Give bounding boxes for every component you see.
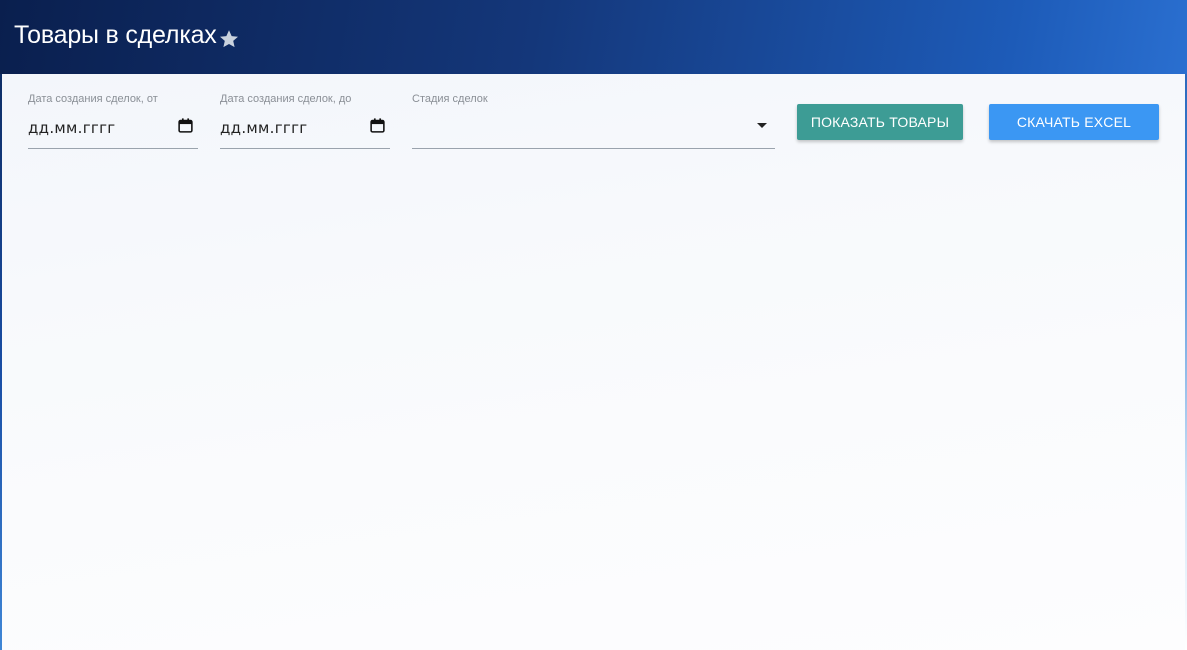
date-to-input[interactable]: дд.мм.гггг [220,119,307,137]
stage-select[interactable]: Стадия сделок [412,92,775,149]
calendar-icon[interactable] [177,117,194,134]
stage-label: Стадия сделок [412,93,488,105]
date-to-label: Дата создания сделок, до [220,93,352,105]
date-from-label: Дата создания сделок, от [28,93,158,105]
date-from-input[interactable]: дд.мм.гггг [28,119,115,137]
page-header: Товары в сделках [0,0,1187,74]
download-excel-button[interactable]: СКАЧАТЬ EXCEL [989,104,1159,140]
star-icon[interactable] [218,28,240,50]
page-title: Товары в сделках [14,21,217,49]
filter-panel: Дата создания сделок, от дд.мм.гггг Дата… [2,74,1185,650]
date-to-field[interactable]: Дата создания сделок, до дд.мм.гггг [220,92,390,149]
caret-down-icon[interactable] [757,123,767,128]
date-from-field[interactable]: Дата создания сделок, от дд.мм.гггг [28,92,198,149]
show-products-button[interactable]: ПОКАЗАТЬ ТОВАРЫ [797,104,963,140]
calendar-icon[interactable] [369,117,386,134]
